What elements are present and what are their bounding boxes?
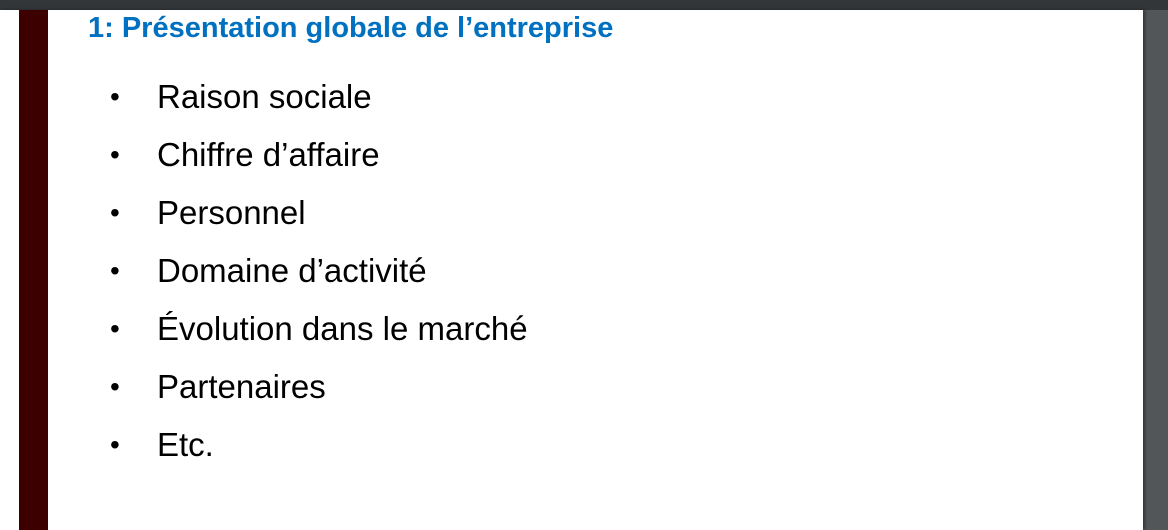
viewer-toolbar <box>0 0 1168 10</box>
list-item-text: Etc. <box>157 426 214 463</box>
list-item: • Raison sociale <box>110 68 528 126</box>
bullet-icon: • <box>110 371 120 402</box>
list-item: • Personnel <box>110 184 528 242</box>
bullet-icon: • <box>110 139 120 170</box>
bullet-icon: • <box>110 429 120 460</box>
bullet-list: • Raison sociale • Chiffre d’affaire • Pers… <box>110 68 528 474</box>
list-item: • Évolution dans le marché <box>110 300 528 358</box>
list-item: • Etc. <box>110 416 528 474</box>
list-item: • Chiffre d’affaire <box>110 126 528 184</box>
list-item-text: Chiffre d’affaire <box>157 136 380 173</box>
list-item-text: Raison sociale <box>157 78 372 115</box>
list-item-text: Domaine d’activité <box>157 252 427 289</box>
list-item-text: Personnel <box>157 194 306 231</box>
bullet-icon: • <box>110 255 120 286</box>
bullet-icon: • <box>110 197 120 228</box>
pdf-page: 1: Présentation globale de l’entreprise … <box>0 10 1143 530</box>
list-item: • Partenaires <box>110 358 528 416</box>
list-item-text: Évolution dans le marché <box>157 310 528 347</box>
list-item-text: Partenaires <box>157 368 326 405</box>
bullet-icon: • <box>110 81 120 112</box>
accent-bar <box>19 10 48 530</box>
slide-title: 1: Présentation globale de l’entreprise <box>88 12 614 44</box>
bullet-icon: • <box>110 313 120 344</box>
list-item: • Domaine d’activité <box>110 242 528 300</box>
